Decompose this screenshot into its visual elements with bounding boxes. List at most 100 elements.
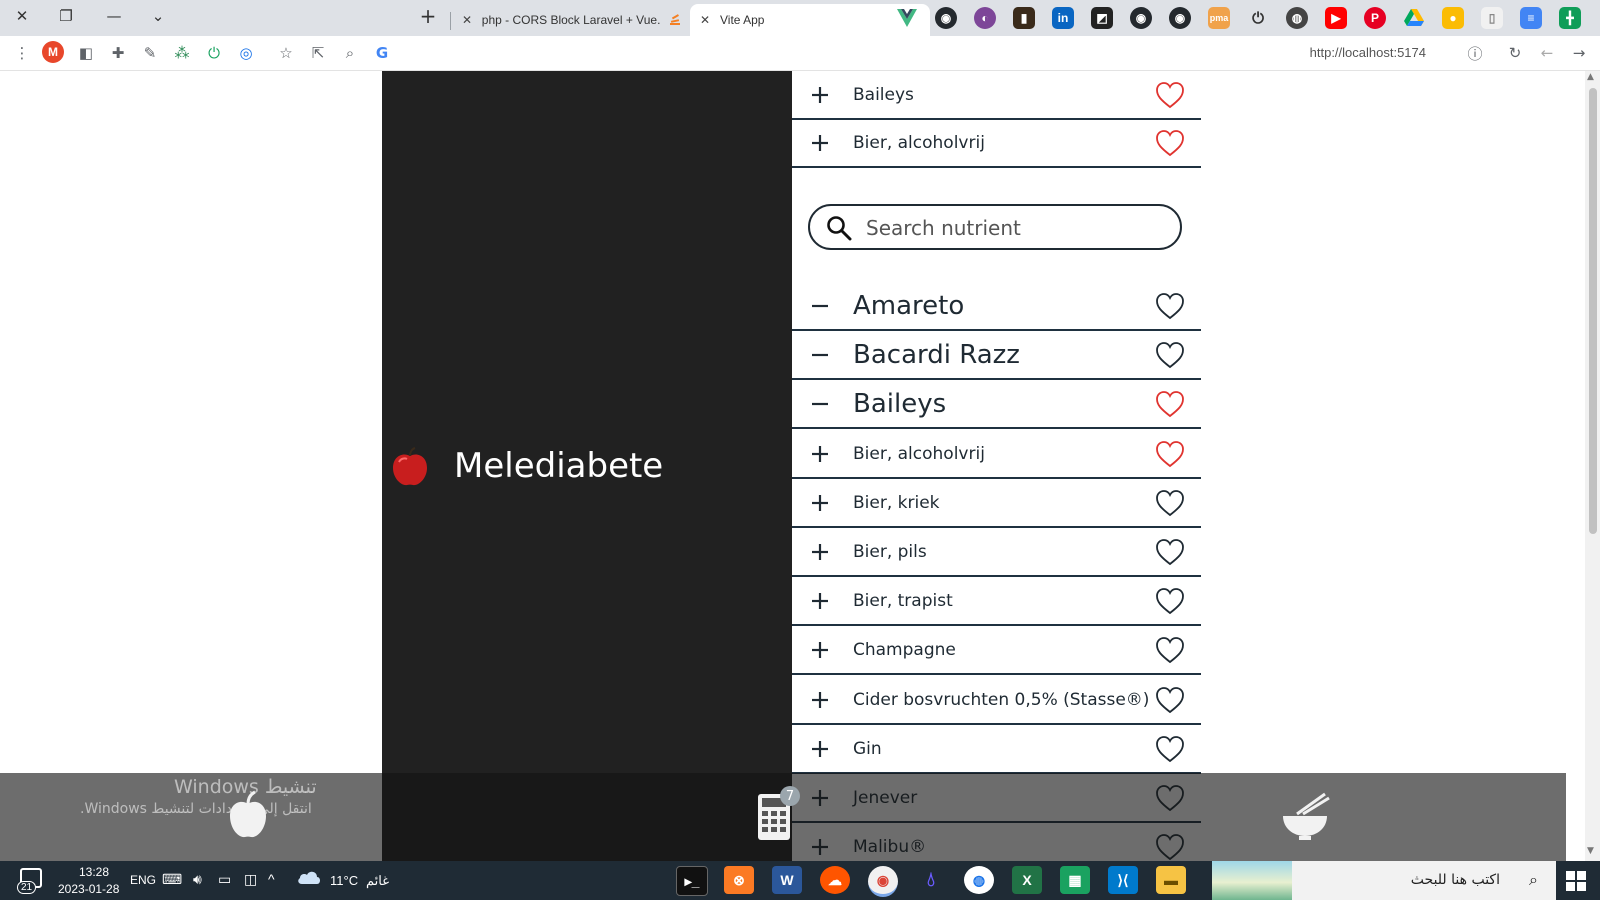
back-icon[interactable]: → xyxy=(1567,41,1591,65)
page-icon[interactable]: ▯ xyxy=(1481,7,1503,29)
eyedropper-icon[interactable]: ✎ xyxy=(138,41,162,65)
scroll-down-arrow-icon[interactable]: ▼ xyxy=(1587,846,1594,856)
weather-cloud-icon[interactable] xyxy=(296,868,322,886)
scroll-up-arrow-icon[interactable]: ▲ xyxy=(1587,72,1594,82)
forward-icon[interactable]: ← xyxy=(1535,41,1559,65)
tab-search-chevron-icon[interactable]: ⌄ xyxy=(144,4,172,28)
docs-icon[interactable]: ≡ xyxy=(1520,7,1542,29)
file-explorer-app-icon[interactable]: ▬ xyxy=(1156,866,1186,894)
add-plus-icon[interactable] xyxy=(810,133,830,153)
power-icon[interactable]: ⏻ xyxy=(1247,7,1269,29)
scrollbar-thumb[interactable] xyxy=(1589,88,1597,534)
food-row[interactable]: Cider bosvruchten 0,5% (Stasse®) xyxy=(792,676,1201,725)
taskbar-search-box[interactable]: اكتب هنا للبحث ⌕ xyxy=(1212,861,1556,900)
volume-icon[interactable]: 🔊︎ xyxy=(193,871,202,888)
xampp-app-icon[interactable]: ⊗ xyxy=(724,866,754,894)
remove-minus-icon[interactable] xyxy=(810,345,830,365)
paint-drop-app-icon[interactable]: 💧︎ xyxy=(916,866,946,894)
pma-icon[interactable]: pma xyxy=(1208,7,1230,29)
reload-icon[interactable]: ↻ xyxy=(1503,41,1527,65)
excel-app-icon[interactable]: X xyxy=(1012,866,1042,894)
search-nutrient-input[interactable] xyxy=(864,212,1168,244)
heart-icon[interactable] xyxy=(1155,636,1185,664)
heart-icon[interactable] xyxy=(1155,686,1185,714)
meet-now-icon[interactable]: ◫ xyxy=(244,871,257,888)
favorite-heart-icon[interactable] xyxy=(1155,390,1185,418)
food-row[interactable]: Bier, trapist xyxy=(792,577,1201,626)
tab-php-cors[interactable]: ✕ php - CORS Block Laravel + Vue. xyxy=(452,4,682,36)
drive-icon[interactable] xyxy=(1403,7,1425,29)
vue-icon[interactable] xyxy=(896,7,918,29)
power-extension-icon[interactable]: ⏻ xyxy=(202,41,226,65)
chrome-app-icon[interactable]: ◉ xyxy=(868,866,898,897)
bookmark-icon[interactable]: ▮ xyxy=(1013,7,1035,29)
food-row[interactable]: Baileys xyxy=(792,380,1201,429)
globe-icon[interactable]: ◍ xyxy=(1286,7,1308,29)
app-green-icon[interactable]: ▦ xyxy=(1060,866,1090,894)
terminal-app-icon[interactable]: ▸_ xyxy=(676,866,708,896)
food-row[interactable]: Bacardi Razz xyxy=(792,331,1201,380)
pinterest-icon[interactable]: P xyxy=(1364,7,1386,29)
soundcloud-app-icon[interactable]: ☁ xyxy=(820,866,850,894)
add-plus-icon[interactable] xyxy=(810,542,830,562)
add-plus-icon[interactable] xyxy=(810,493,830,513)
tab-close-icon[interactable]: ✕ xyxy=(462,13,478,27)
food-row[interactable]: Champagne xyxy=(792,626,1201,675)
signal-app-icon[interactable]: ◍ xyxy=(964,866,994,894)
chevron-up-icon[interactable]: ^ xyxy=(268,871,275,887)
translate-extension-icon[interactable]: ⁂ xyxy=(170,41,194,65)
weather-condition[interactable]: غائم xyxy=(366,873,389,889)
add-plus-icon[interactable] xyxy=(810,85,830,105)
github-alt-icon[interactable]: ◩ xyxy=(1091,7,1113,29)
site-info-icon[interactable]: ⓘ xyxy=(1463,41,1487,65)
tab-vite-app[interactable]: ✕ Vite App xyxy=(690,4,930,36)
heart-icon[interactable] xyxy=(1155,587,1185,615)
food-row[interactable]: Bier, alcoholvrij xyxy=(792,430,1201,479)
minimize-window-icon[interactable]: — xyxy=(100,4,128,28)
github-icon[interactable]: ◉ xyxy=(1169,7,1191,29)
sheets-icon[interactable]: ╋ xyxy=(1559,7,1581,29)
clock-date[interactable]: 2023-01-28 xyxy=(58,882,119,896)
favorite-heart-icon[interactable] xyxy=(1155,129,1185,157)
windows-start-icon[interactable] xyxy=(1566,871,1586,891)
zoom-icon[interactable]: ⌕ xyxy=(338,41,362,65)
new-tab-button[interactable]: + xyxy=(414,4,442,28)
add-plus-icon[interactable] xyxy=(810,640,830,660)
side-panel-icon[interactable]: ◧ xyxy=(74,41,98,65)
food-row[interactable]: Baileys xyxy=(792,71,1201,120)
extensions-puzzle-icon[interactable]: ✚ xyxy=(106,41,130,65)
github-icon[interactable]: ◉ xyxy=(1130,7,1152,29)
food-row[interactable]: Bier, kriek xyxy=(792,479,1201,528)
address-bar-url[interactable]: http://localhost:5174 xyxy=(1310,45,1426,60)
nav-bowl-icon[interactable] xyxy=(1275,786,1335,846)
heart-icon[interactable] xyxy=(1155,735,1185,763)
add-plus-icon[interactable] xyxy=(810,444,830,464)
share-icon[interactable]: ⇱ xyxy=(306,41,330,65)
food-row[interactable]: Bier, alcoholvrij xyxy=(792,119,1201,168)
food-row[interactable]: Gin xyxy=(792,725,1201,774)
heart-icon[interactable] xyxy=(1155,292,1185,320)
food-row[interactable]: Amareto xyxy=(792,282,1201,331)
tab-close-icon[interactable]: ✕ xyxy=(700,13,716,27)
vscode-app-icon[interactable]: ⟩⟨ xyxy=(1108,866,1138,894)
close-window-icon[interactable]: ✕ xyxy=(8,4,36,28)
language-indicator[interactable]: ENG xyxy=(130,873,156,887)
favorite-heart-icon[interactable] xyxy=(1155,440,1185,468)
heart-icon[interactable] xyxy=(1155,341,1185,369)
profile-avatar[interactable]: M xyxy=(42,41,64,63)
favorite-heart-icon[interactable] xyxy=(1155,81,1185,109)
restore-window-icon[interactable]: ❐ xyxy=(52,4,80,28)
keep-icon[interactable]: ● xyxy=(1442,7,1464,29)
menu-kebab-icon[interactable]: ⋮ xyxy=(10,41,34,65)
heart-icon[interactable] xyxy=(1155,538,1185,566)
remove-minus-icon[interactable] xyxy=(810,394,830,414)
heart-icon[interactable] xyxy=(1155,489,1185,517)
sync-extension-icon[interactable]: ◎ xyxy=(234,41,258,65)
network-icon[interactable]: ▭ xyxy=(218,871,231,888)
keyboard-icon[interactable]: ⌨ xyxy=(162,871,182,888)
linkedin-icon[interactable]: in xyxy=(1052,7,1074,29)
add-plus-icon[interactable] xyxy=(810,591,830,611)
github-icon[interactable]: ◉ xyxy=(935,7,957,29)
clock-time[interactable]: 13:28 xyxy=(74,865,114,879)
bookmark-star-icon[interactable]: ☆ xyxy=(274,41,298,65)
